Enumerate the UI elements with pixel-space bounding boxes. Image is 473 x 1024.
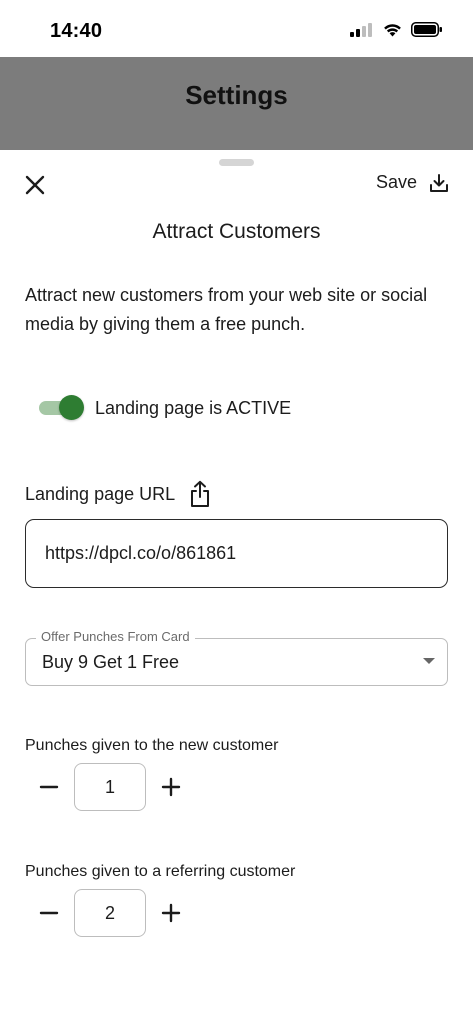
sheet-title: Attract Customers (152, 220, 321, 243)
minus-icon (39, 785, 59, 789)
landing-page-toggle[interactable] (39, 395, 84, 421)
settings-sheet: Save Attract Customers Attract new custo… (0, 150, 473, 1024)
share-icon[interactable] (189, 480, 211, 508)
save-label: Save (375, 172, 417, 192)
landing-url-label: Landing page URL (25, 483, 176, 504)
offer-card-select[interactable]: Offer Punches From Card Buy 9 Get 1 Free (25, 629, 448, 686)
plus-icon (161, 903, 181, 923)
status-icons (350, 22, 443, 37)
toggle-knob (59, 395, 84, 420)
wifi-icon (384, 24, 401, 37)
status-time: 14:40 (50, 20, 103, 42)
decrement-button[interactable] (37, 775, 61, 799)
download-icon (430, 173, 448, 192)
close-button[interactable] (22, 172, 48, 198)
close-icon (25, 175, 45, 195)
new-customer-punches-input[interactable]: 1 (74, 763, 146, 811)
landing-url-field[interactable]: https://dpcl.co/o/861861 (25, 519, 448, 588)
increment-button[interactable] (159, 775, 183, 799)
new-customer-punches-label: Punches given to the new customer (25, 737, 279, 754)
plus-icon (161, 777, 181, 797)
minus-icon (39, 911, 59, 915)
offer-card-select-value: Buy 9 Get 1 Free (42, 652, 180, 672)
save-button[interactable]: Save (376, 172, 449, 193)
cellular-signal-icon (350, 22, 372, 37)
dropdown-arrow-icon (423, 658, 435, 664)
sheet-description: Attract new customers from your web site… (25, 285, 428, 334)
toggle-label: Landing page is ACTIVE (95, 397, 292, 418)
new-customer-punches-stepper: 1 (37, 763, 183, 811)
page-title: Settings (185, 80, 288, 110)
referring-customer-punches-input[interactable]: 2 (74, 889, 146, 937)
offer-card-select-label: Offer Punches From Card (36, 629, 195, 644)
referring-customer-punches-stepper: 2 (37, 889, 183, 937)
battery-icon (411, 22, 442, 37)
sheet-drag-handle[interactable] (219, 159, 254, 166)
landing-url-label-row: Landing page URL (25, 480, 211, 508)
landing-page-toggle-row: Landing page is ACTIVE (39, 395, 291, 421)
referring-customer-punches-label: Punches given to a referring customer (25, 863, 296, 880)
decrement-button[interactable] (37, 901, 61, 925)
status-bar: 14:40 (0, 0, 473, 57)
increment-button[interactable] (159, 901, 183, 925)
